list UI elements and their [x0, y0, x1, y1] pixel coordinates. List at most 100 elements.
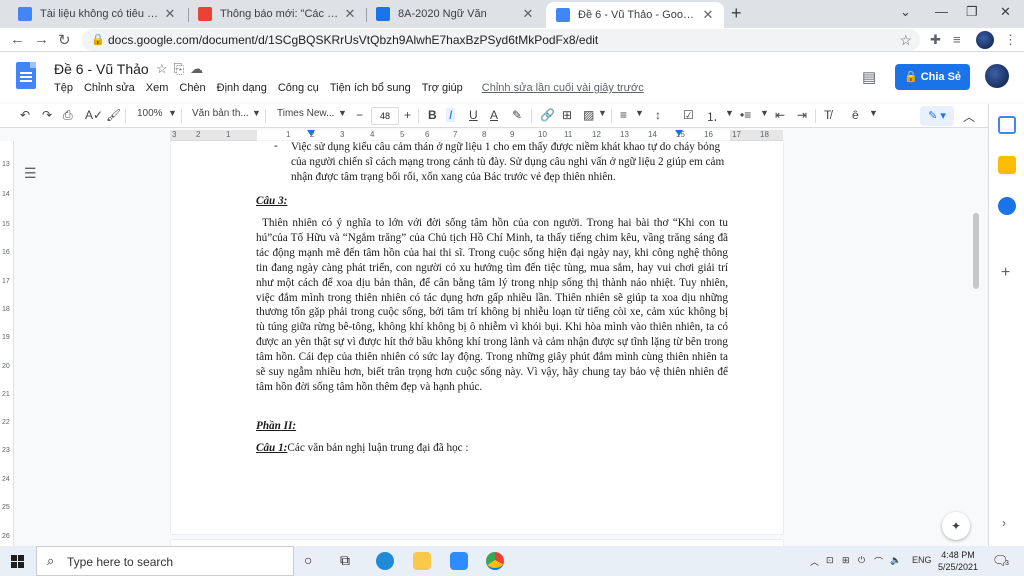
style-chevron-down-icon[interactable]: ▼ — [252, 108, 261, 118]
tray-network-icon[interactable]: ⊞ — [842, 555, 850, 566]
zoom-select[interactable]: 100% — [137, 108, 163, 119]
close-tab-icon[interactable]: ✕ — [700, 7, 716, 23]
tray-chevron-up-icon[interactable]: ︿ — [810, 555, 819, 568]
keep-icon[interactable] — [998, 156, 1016, 174]
close-tab-icon[interactable]: ✕ — [162, 6, 178, 22]
hide-menus-chevron-up-icon[interactable]: ︿ — [963, 108, 975, 125]
menu-addons[interactable]: Tiện ích bổ sung — [330, 82, 411, 94]
last-edit-link[interactable]: Chỉnh sửa lần cuối vài giây trước — [482, 82, 644, 94]
wifi-icon[interactable]: ⌒ — [874, 555, 883, 568]
menu-tools[interactable]: Công cụ — [278, 82, 319, 94]
essay-paragraph[interactable]: Thiên nhiên có ý nghĩa to lớn với đời số… — [256, 216, 728, 395]
bulleted-list-chevron-down-icon[interactable]: ▼ — [760, 108, 769, 118]
account-avatar[interactable] — [985, 64, 1009, 88]
cloud-status-icon[interactable]: ☁ — [190, 61, 209, 76]
heading-cau-3[interactable]: Câu 3: — [256, 194, 287, 209]
decrease-indent-icon[interactable]: ⇤ — [775, 108, 785, 122]
new-tab-button[interactable]: + — [731, 3, 742, 24]
align-chevron-down-icon[interactable]: ▼ — [635, 108, 644, 118]
browser-tab[interactable]: Tài liệu không có tiêu đề - Google ✕ — [8, 2, 186, 26]
font-size-input[interactable]: 48 — [371, 107, 399, 125]
extensions-icon[interactable]: ✚ — [930, 32, 941, 48]
line-spacing-icon[interactable]: ↕ — [655, 108, 661, 122]
cau-1-line[interactable]: Câu 1:Các văn bản nghị luận trung đại đã… — [256, 441, 469, 456]
tasks-icon[interactable] — [998, 197, 1016, 215]
menu-view[interactable]: Xem — [146, 82, 169, 94]
tab-search-icon[interactable]: ⌄ — [900, 4, 911, 20]
image-chevron-down-icon[interactable]: ▼ — [598, 108, 607, 118]
bulleted-list-icon[interactable]: •≡ — [740, 108, 751, 122]
browser-tab-active[interactable]: Đề 6 - Vũ Thảo - Google Tài liệu ✕ — [546, 2, 724, 28]
right-indent-marker[interactable] — [675, 130, 683, 136]
close-tab-icon[interactable]: ✕ — [342, 6, 358, 22]
undo-icon[interactable]: ↶ — [20, 108, 30, 122]
add-comment-icon[interactable]: ⊞ — [562, 108, 572, 122]
menu-help[interactable]: Trợ giúp — [422, 82, 463, 94]
style-select[interactable]: Văn bản th... — [192, 108, 249, 119]
redo-icon[interactable]: ↷ — [42, 108, 52, 122]
docs-logo-icon[interactable] — [16, 62, 36, 89]
document-outline-icon[interactable]: ☰ — [24, 165, 37, 182]
tray-app-icon[interactable]: ⊡ — [826, 555, 834, 566]
menu-insert[interactable]: Chèn — [179, 82, 205, 94]
input-tools-chevron-down-icon[interactable]: ▼ — [869, 108, 878, 118]
align-icon[interactable]: ≡ — [620, 108, 627, 122]
decrease-font-size-button[interactable]: − — [356, 108, 363, 122]
increase-font-size-button[interactable]: + — [404, 108, 411, 122]
insert-link-icon[interactable]: 🔗 — [540, 108, 555, 122]
task-view-icon[interactable]: ⧉ — [340, 552, 350, 569]
clock[interactable]: 4:48 PM 5/25/2021 — [938, 549, 978, 573]
vertical-scrollbar[interactable] — [973, 213, 979, 289]
taskbar-search-input[interactable]: ⌕ Type here to search — [36, 546, 294, 576]
close-window-icon[interactable]: ✕ — [1000, 4, 1011, 20]
zoom-app-icon[interactable] — [450, 552, 468, 570]
menu-file[interactable]: Tệp — [54, 82, 73, 94]
checklist-icon[interactable]: ☑ — [683, 108, 694, 122]
windows-start-icon[interactable] — [11, 555, 24, 568]
chrome-menu-icon[interactable]: ⋮ — [1004, 32, 1017, 48]
menu-format[interactable]: Định dạng — [217, 82, 267, 94]
language-indicator[interactable]: ENG — [912, 555, 932, 565]
calendar-icon[interactable] — [998, 116, 1016, 134]
profile-avatar[interactable] — [976, 31, 994, 49]
tray-power-icon[interactable]: ⏻ — [858, 555, 865, 566]
document-title[interactable]: Đề 6 - Vũ Thảo — [54, 61, 149, 77]
reload-icon[interactable]: ↻ — [58, 31, 71, 49]
show-side-panel-chevron-icon[interactable]: › — [1002, 516, 1006, 530]
spellcheck-icon[interactable]: A✓ — [85, 108, 103, 122]
close-tab-icon[interactable]: ✕ — [520, 6, 536, 22]
star-icon[interactable]: ☆ — [156, 61, 174, 76]
browser-tab[interactable]: 8A-2020 Ngữ Văn ✕ — [366, 2, 544, 26]
numbered-list-chevron-down-icon[interactable]: ▼ — [725, 108, 734, 118]
get-addons-plus-icon[interactable]: + — [1001, 264, 1010, 282]
heading-phan-2[interactable]: Phần II: — [256, 419, 296, 434]
zoom-chevron-down-icon[interactable]: ▼ — [168, 108, 177, 118]
italic-button[interactable]: I — [446, 108, 456, 122]
text-color-icon[interactable]: A — [490, 108, 498, 122]
underline-button[interactable]: U — [469, 108, 478, 122]
numbered-list-icon[interactable]: ⒈ — [706, 108, 718, 125]
editing-mode-button[interactable]: ✎ ▾ — [920, 106, 954, 126]
bullet-paragraph[interactable]: Việc sử dụng kiểu câu cảm thán ở ngữ liệ… — [291, 140, 727, 185]
file-explorer-icon[interactable] — [413, 552, 431, 570]
explore-button[interactable]: ✦ — [942, 512, 970, 540]
bookmark-star-icon[interactable]: ☆ — [899, 29, 912, 51]
browser-tab[interactable]: Thông báo mới: "Các con làm m ✕ — [188, 2, 366, 26]
comment-history-icon[interactable]: ▤ — [862, 68, 876, 86]
move-folder-icon[interactable]: ⎘ — [174, 61, 190, 76]
share-button[interactable]: 🔒 Chia Sẻ — [895, 64, 970, 90]
increase-indent-icon[interactable]: ⇥ — [797, 108, 807, 122]
menu-edit[interactable]: Chỉnh sửa — [84, 82, 135, 94]
indent-marker[interactable] — [307, 130, 315, 136]
back-arrow-icon[interactable]: ← — [10, 31, 25, 48]
minimize-window-icon[interactable]: — — [935, 4, 948, 19]
insert-image-icon[interactable]: ▨ — [583, 108, 594, 122]
restore-window-icon[interactable]: ❐ — [966, 4, 978, 20]
bold-button[interactable]: B — [428, 108, 437, 122]
print-icon[interactable]: ⎙ — [63, 108, 73, 123]
chrome-icon[interactable] — [486, 552, 504, 570]
forward-arrow-icon[interactable]: → — [34, 31, 49, 48]
vertical-ruler[interactable]: 13 14 15 16 17 18 19 20 21 22 23 24 25 2… — [0, 141, 14, 546]
cortana-icon[interactable]: ○ — [304, 552, 312, 568]
url-field[interactable]: 🔒 docs.google.com/document/d/1SCgBQSKRrU… — [82, 29, 920, 51]
